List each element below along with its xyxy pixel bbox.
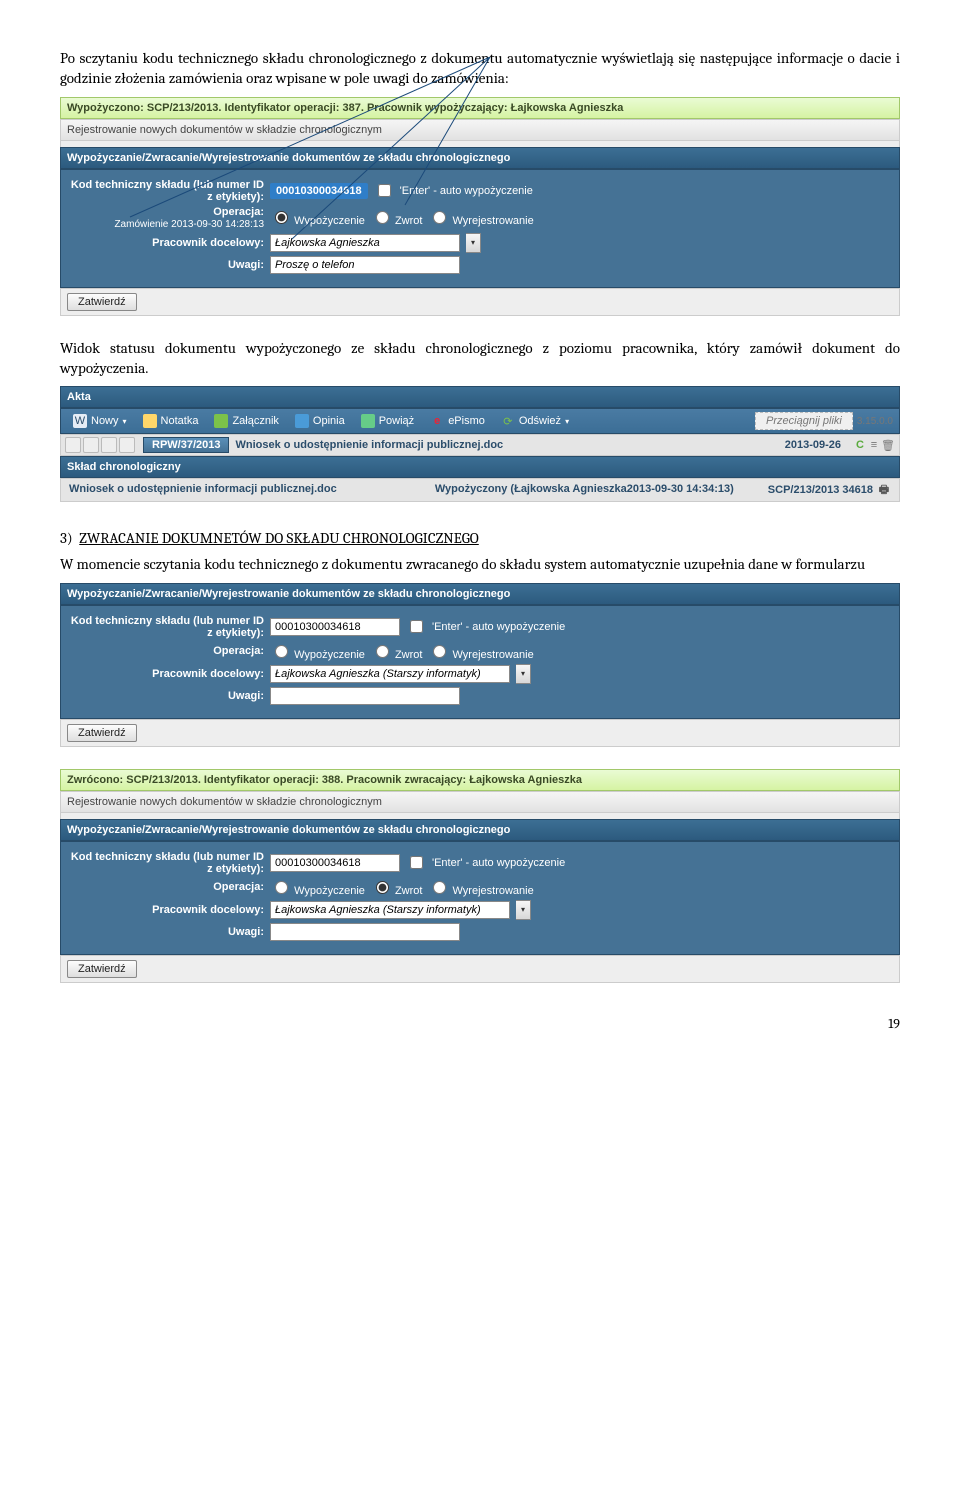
label-uwagi: Uwagi: [69,926,270,938]
toolbar-epismo[interactable]: eePismo [424,412,491,430]
panel-return-form: Wypożyczanie/Zwracanie/Wyrejestrowanie d… [60,583,900,747]
toolbar-zalacznik[interactable]: Załącznik [208,412,284,430]
uwagi-input[interactable] [270,687,460,705]
panel-loan: Wypożyczono: SCP/213/2013. Identyfikator… [60,97,900,316]
doc-date: 2013-09-26 [785,439,841,451]
rpw-badge: RPW/37/2013 [143,437,229,453]
register-header: Rejestrowanie nowych dokumentów w składz… [60,791,900,813]
opinion-icon [295,414,309,428]
attachment-icon [214,414,228,428]
label-operacja: Operacja: Zamówienie 2013-09-30 14:28:13 [69,206,270,230]
label-kod: Kod techniczny składu (lub numer ID z et… [69,179,270,203]
chevron-down-icon[interactable]: ▾ [516,664,531,684]
panel-akta: Akta WNowy ▾ Notatka Załącznik Opinia Po… [60,386,900,502]
section-3-text: W momencie sczytania kodu technicznego z… [60,554,900,574]
label-pracownik: Pracownik docelowy: [69,237,270,249]
section-header: Wypożyczanie/Zwracanie/Wyrejestrowanie d… [60,819,900,841]
section-3-title: ZWRACANIE DOKUMNETÓW DO SKŁADU CHRONOLOG… [79,529,479,547]
tool-icon-3[interactable] [101,437,117,453]
banner-returned: Zwrócono: SCP/213/2013. Identyfikator op… [60,769,900,791]
enter-auto-label: 'Enter' - auto wypożyczenie [432,857,565,869]
op-wyp[interactable]: Wypożyczenie [270,642,365,661]
label-operacja: Operacja: [69,881,270,893]
akta-header: Akta [60,386,900,408]
enter-auto-checkbox[interactable] [410,620,423,633]
enter-auto-label: 'Enter' - auto wypożyczenie [400,185,533,197]
drag-drop-zone[interactable]: Przeciągnij pliki [755,412,853,430]
sklad-scp: SCP/213/2013 34618 [768,484,873,496]
chevron-down-icon[interactable]: ▾ [466,233,481,253]
toolbar-powiaz[interactable]: Powiąż [355,412,420,430]
return-header: Wypożyczanie/Zwracanie/Wyrejestrowanie d… [60,583,900,605]
op-wyr[interactable]: Wyrejestrowanie [428,208,533,227]
label-operacja: Operacja: [69,645,270,657]
sklad-header: Skład chronologiczny [60,456,900,478]
note-icon [143,414,157,428]
section-3-heading: 3) ZWRACANIE DOKUMNETÓW DO SKŁADU CHRONO… [60,528,900,548]
intro-paragraph-1: Po sczytaniu kodu technicznego składu ch… [60,48,900,89]
tag-icon[interactable]: ≡ [867,438,881,452]
uwagi-input[interactable] [270,256,460,274]
tool-icon-4[interactable] [119,437,135,453]
version-label: 3.15.0.0 [857,416,893,427]
op-wyp[interactable]: Wypożyczenie [270,208,365,227]
panel-returned-confirm: Zwrócono: SCP/213/2013. Identyfikator op… [60,769,900,983]
uwagi-input[interactable] [270,923,460,941]
op-wyr[interactable]: Wyrejestrowanie [428,878,533,897]
kod-value[interactable]: 00010300034618 [270,183,368,199]
tool-icon-1[interactable] [65,437,81,453]
intro-paragraph-2: Widok statusu dokumentu wypożyczonego ze… [60,338,900,379]
label-kod: Kod techniczny składu (lub numer ID z et… [69,615,270,639]
banner-loaned: Wypożyczono: SCP/213/2013. Identyfikator… [60,97,900,119]
akta-toolbar: WNowy ▾ Notatka Załącznik Opinia Powiąż … [60,408,900,434]
zamowienie-time: Zamówienie 2013-09-30 14:28:13 [114,219,264,230]
epismo-icon: e [430,414,444,428]
pracownik-select[interactable] [270,234,460,252]
op-wyp[interactable]: Wypożyczenie [270,878,365,897]
label-uwagi: Uwagi: [69,259,270,271]
op-zwr[interactable]: Zwrot [371,208,423,227]
op-wyr[interactable]: Wyrejestrowanie [428,642,533,661]
label-pracownik: Pracownik docelowy: [69,668,270,680]
pracownik-select[interactable] [270,665,510,683]
kod-input[interactable] [270,854,400,872]
toolbar-nowy[interactable]: WNowy ▾ [67,412,133,430]
toolbar-odswiez[interactable]: ⟳Odśwież ▾ [495,412,575,430]
register-header: Rejestrowanie nowych dokumentów w składz… [60,119,900,141]
enter-auto-label: 'Enter' - auto wypożyczenie [432,621,565,633]
kod-input[interactable] [270,618,400,636]
pracownik-select[interactable] [270,901,510,919]
confirm-button[interactable]: Zatwierdź [67,724,137,742]
link-icon [361,414,375,428]
label-uwagi: Uwagi: [69,690,270,702]
confirm-button[interactable]: Zatwierdź [67,960,137,978]
print-icon[interactable]: 🖶 [877,483,891,497]
delete-icon[interactable]: 🗑 [881,438,895,452]
section-header: Wypożyczanie/Zwracanie/Wyrejestrowanie d… [60,147,900,169]
refresh-icon: ⟳ [501,414,515,428]
refresh-doc-icon[interactable]: C [853,438,867,452]
toolbar-opinia[interactable]: Opinia [289,412,351,430]
label-kod: Kod techniczny składu (lub numer ID z et… [69,851,270,875]
enter-auto-checkbox[interactable] [410,856,423,869]
word-icon: W [73,414,87,428]
sklad-doc-name: Wniosek o udostępnienie informacji publi… [69,483,435,495]
sklad-status: Wypożyczony (Łajkowska Agnieszka2013-09-… [435,483,768,495]
tool-icon-2[interactable] [83,437,99,453]
op-zwr[interactable]: Zwrot [371,878,423,897]
toolbar-notatka[interactable]: Notatka [137,412,205,430]
chevron-down-icon[interactable]: ▾ [516,900,531,920]
label-pracownik: Pracownik docelowy: [69,904,270,916]
doc-name[interactable]: Wniosek o udostępnienie informacji publi… [235,439,784,451]
confirm-button[interactable]: Zatwierdź [67,293,137,311]
enter-auto-checkbox[interactable] [378,184,391,197]
op-zwr[interactable]: Zwrot [371,642,423,661]
page-number: 19 [60,1015,900,1032]
